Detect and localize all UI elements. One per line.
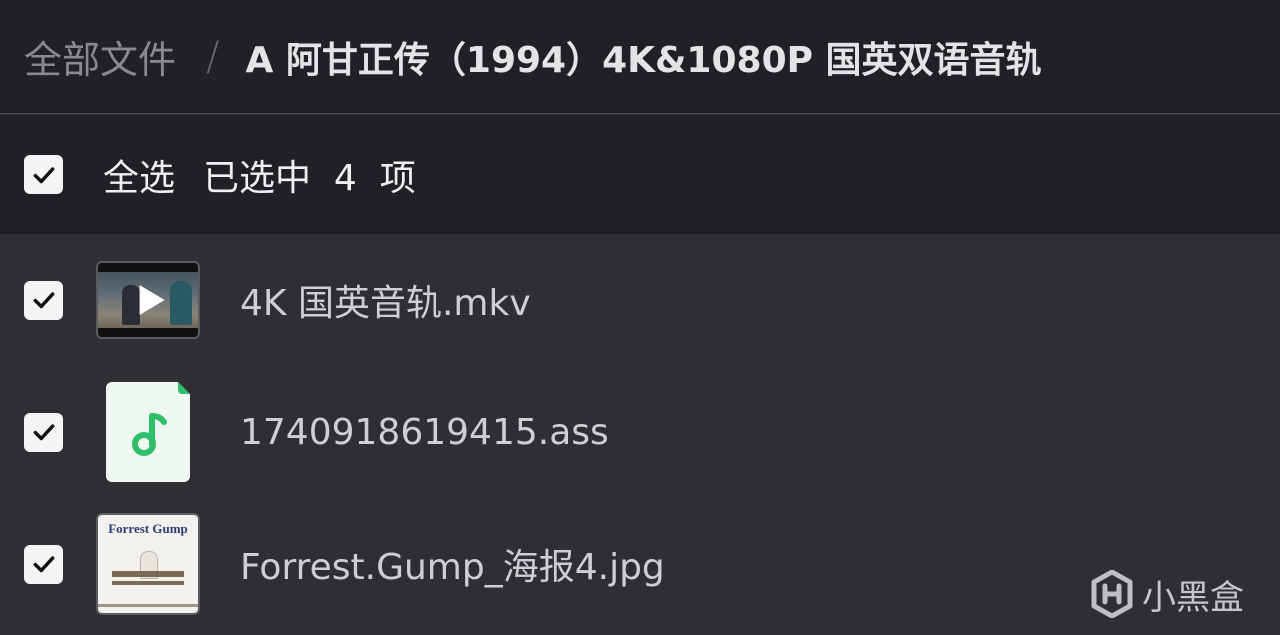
checkmark-icon <box>33 166 54 183</box>
checkmark-icon <box>33 292 54 309</box>
file-name[interactable]: 4K 国英音轨.mkv <box>240 274 531 326</box>
breadcrumb-current-folder: A 阿甘正传（1994）4K&1080P 国英双语音轨 <box>245 39 1042 81</box>
breadcrumb-root-link[interactable]: 全部文件 <box>24 29 176 84</box>
watermark-label: 小黑盒 <box>1142 577 1244 618</box>
file-row[interactable]: 4K 国英音轨.mkv <box>0 234 1280 366</box>
file-name[interactable]: 1740918619415.ass <box>240 412 609 453</box>
file-checkbox[interactable] <box>24 544 63 584</box>
poster-thumbnail[interactable]: Forrest Gump <box>96 513 200 615</box>
heybox-logo-icon <box>1091 570 1133 618</box>
file-row[interactable]: Forrest Gump Forrest.Gump_海报4.jpg <box>0 498 1280 630</box>
breadcrumb: 全部文件 / A 阿甘正传（1994）4K&1080P 国英双语音轨 <box>0 0 1280 114</box>
poster-title: Forrest Gump <box>108 521 188 536</box>
checkmark-icon <box>33 424 54 441</box>
checkmark-icon <box>33 556 54 573</box>
select-all-checkbox[interactable] <box>24 155 63 194</box>
selected-count-text: 已选中 4 项 <box>203 157 416 199</box>
video-thumbnail[interactable] <box>96 261 200 339</box>
select-all-label[interactable]: 全选 <box>103 149 175 201</box>
music-note-icon <box>106 382 190 482</box>
watermark: 小黑盒 <box>1090 568 1244 620</box>
file-row[interactable]: 1740918619415.ass <box>0 366 1280 498</box>
breadcrumb-separator: / <box>206 33 220 80</box>
file-checkbox[interactable] <box>24 412 63 452</box>
file-name[interactable]: Forrest.Gump_海报4.jpg <box>240 538 665 590</box>
audio-file-thumbnail[interactable] <box>106 382 190 482</box>
selection-bar: 全选 已选中 4 项 <box>0 115 1280 234</box>
file-checkbox[interactable] <box>24 280 63 320</box>
video-play-icon <box>139 285 165 315</box>
